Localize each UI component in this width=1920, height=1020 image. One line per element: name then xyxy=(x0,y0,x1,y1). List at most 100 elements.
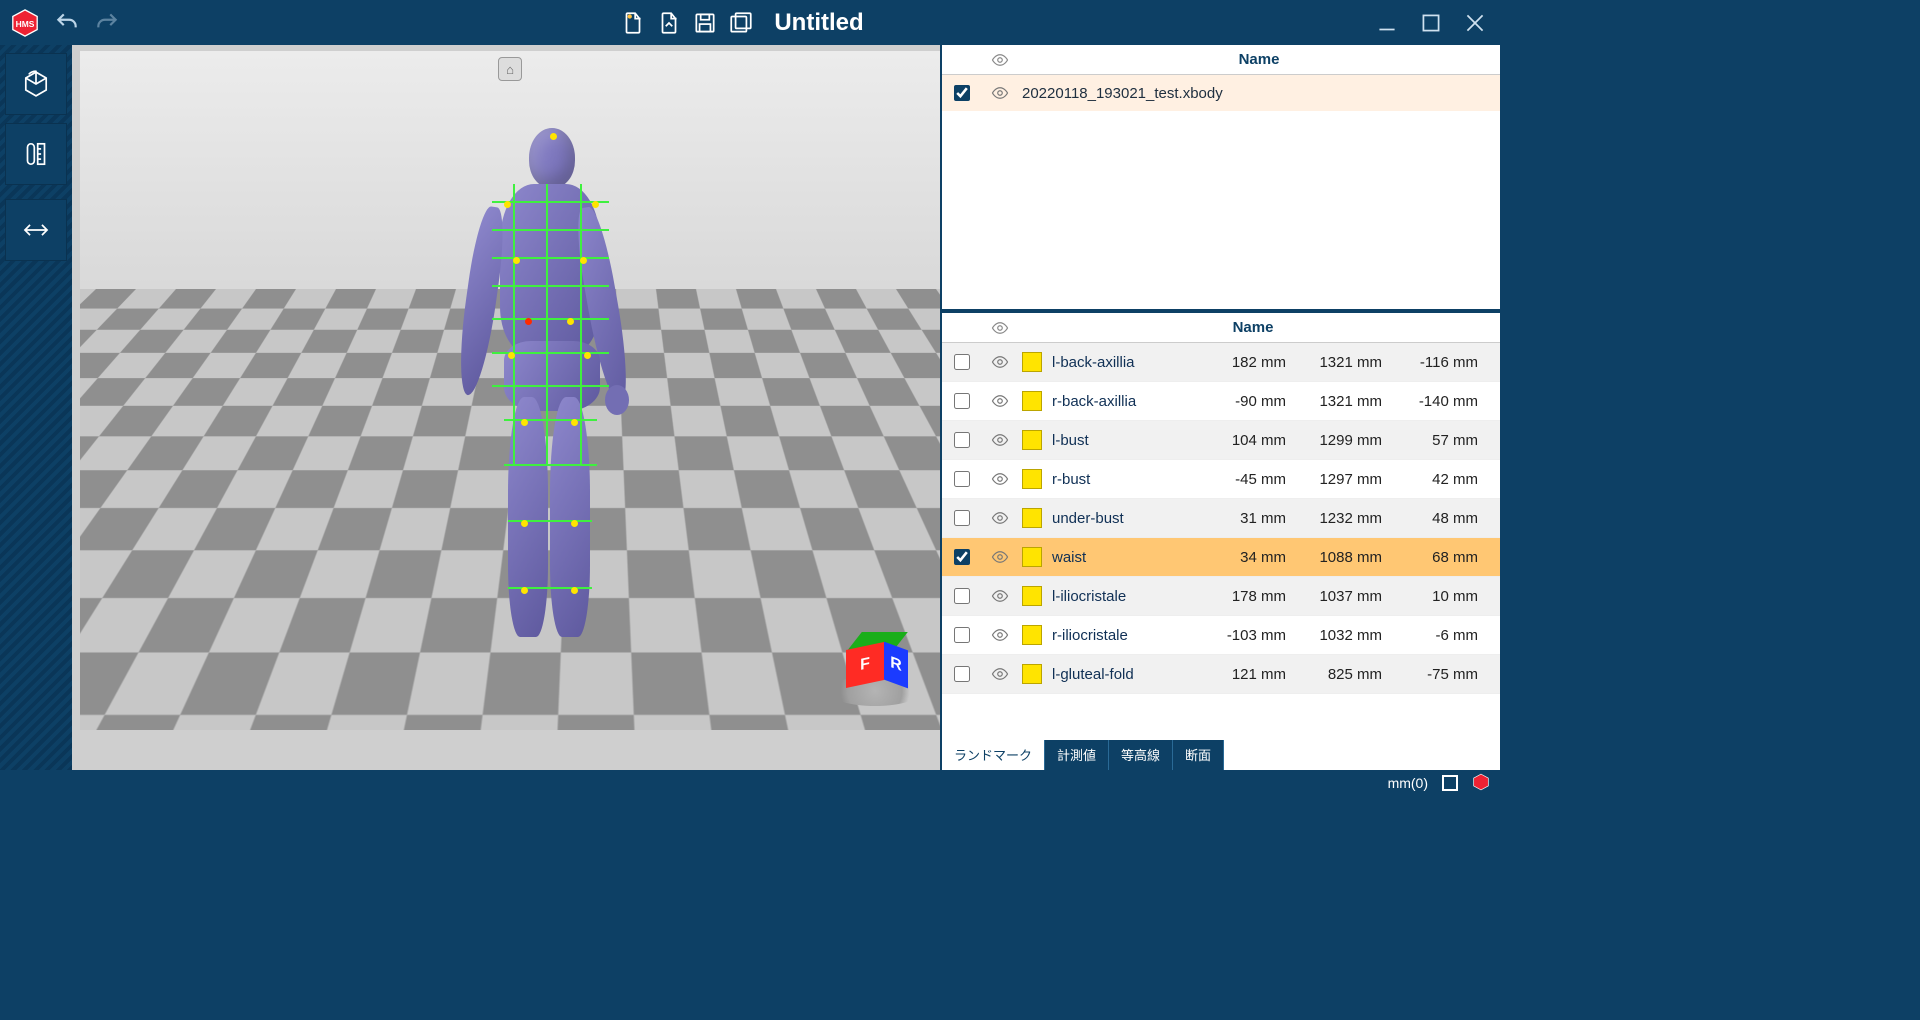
new-file-icon[interactable] xyxy=(620,10,646,36)
visibility-column-icon xyxy=(982,51,1018,69)
nav-cube-front[interactable]: F xyxy=(846,642,884,688)
landmark-checkbox[interactable] xyxy=(954,588,970,604)
tool-model-view[interactable] xyxy=(5,53,67,115)
bottom-tabs: ランドマーク計測値等高線断面 xyxy=(942,740,1500,770)
landmark-name: r-iliocristale xyxy=(1052,627,1202,644)
color-swatch[interactable] xyxy=(1022,664,1042,684)
visibility-toggle-icon[interactable] xyxy=(982,509,1018,527)
visibility-toggle-icon[interactable] xyxy=(982,431,1018,449)
save-icon[interactable] xyxy=(692,10,718,36)
landmark-name: l-iliocristale xyxy=(1052,588,1202,605)
landmark-checkbox[interactable] xyxy=(954,666,970,682)
minimize-button[interactable] xyxy=(1374,10,1400,36)
right-panels: Name 20220118_193021_test.xbody Name l-b… xyxy=(940,45,1500,770)
landmark-row[interactable]: r-iliocristale-103 mm1032 mm-6 mm xyxy=(942,616,1500,655)
redo-icon[interactable] xyxy=(94,10,120,36)
close-button[interactable] xyxy=(1462,10,1488,36)
app-logo: HMS xyxy=(10,8,40,38)
svg-text:HMS: HMS xyxy=(16,18,35,28)
landmark-checkbox[interactable] xyxy=(954,432,970,448)
body-mesh[interactable] xyxy=(441,105,651,665)
landmark-x: 121 mm xyxy=(1202,666,1298,683)
file-name-header[interactable]: Name xyxy=(1018,51,1500,68)
landmark-y: 1299 mm xyxy=(1298,432,1394,449)
main-area: ⌂ xyxy=(0,45,1500,770)
tool-measure[interactable] xyxy=(5,123,67,185)
tab-1[interactable]: 計測値 xyxy=(1045,740,1109,770)
landmark-name: r-back-axillia xyxy=(1052,393,1202,410)
view-home-icon[interactable]: ⌂ xyxy=(498,57,522,81)
landmark-checkbox[interactable] xyxy=(954,354,970,370)
landmark-z: -140 mm xyxy=(1394,393,1490,410)
landmark-row[interactable]: r-bust-45 mm1297 mm42 mm xyxy=(942,460,1500,499)
landmark-x: 31 mm xyxy=(1202,510,1298,527)
visibility-toggle-icon[interactable] xyxy=(982,587,1018,605)
visibility-toggle-icon[interactable] xyxy=(982,665,1018,683)
landmark-checkbox[interactable] xyxy=(954,510,970,526)
visibility-toggle-icon[interactable] xyxy=(982,353,1018,371)
color-swatch[interactable] xyxy=(1022,586,1042,606)
landmark-z: 68 mm xyxy=(1394,549,1490,566)
save-all-icon[interactable] xyxy=(728,10,754,36)
landmark-row[interactable]: l-iliocristale178 mm1037 mm10 mm xyxy=(942,577,1500,616)
open-file-icon[interactable] xyxy=(656,10,682,36)
landmark-row[interactable]: l-gluteal-fold121 mm825 mm-75 mm xyxy=(942,655,1500,694)
file-row-checkbox[interactable] xyxy=(954,85,970,101)
undo-icon[interactable] xyxy=(54,10,80,36)
navigation-cube[interactable]: F R xyxy=(840,630,910,700)
landmark-checkbox[interactable] xyxy=(954,627,970,643)
visibility-column-icon xyxy=(982,319,1018,337)
color-swatch[interactable] xyxy=(1022,625,1042,645)
viewport-3d[interactable]: ⌂ xyxy=(80,51,940,730)
color-swatch[interactable] xyxy=(1022,469,1042,489)
visibility-toggle-icon[interactable] xyxy=(982,84,1018,102)
color-swatch[interactable] xyxy=(1022,391,1042,411)
landmark-row[interactable]: waist34 mm1088 mm68 mm xyxy=(942,538,1500,577)
status-square-icon[interactable] xyxy=(1442,775,1458,791)
landmark-x: -103 mm xyxy=(1202,627,1298,644)
landmark-z: -75 mm xyxy=(1394,666,1490,683)
color-swatch[interactable] xyxy=(1022,352,1042,372)
landmark-row[interactable]: under-bust31 mm1232 mm48 mm xyxy=(942,499,1500,538)
landmark-name-header[interactable]: Name xyxy=(1018,319,1488,336)
landmark-row[interactable]: r-back-axillia-90 mm1321 mm-140 mm xyxy=(942,382,1500,421)
file-row[interactable]: 20220118_193021_test.xbody xyxy=(942,75,1500,111)
landmark-x: 182 mm xyxy=(1202,354,1298,371)
landmark-checkbox[interactable] xyxy=(954,393,970,409)
landmark-list[interactable]: l-back-axillia182 mm1321 mm-116 mmr-back… xyxy=(942,343,1500,740)
landmark-z: 57 mm xyxy=(1394,432,1490,449)
tab-3[interactable]: 断面 xyxy=(1173,740,1224,770)
landmark-name: waist xyxy=(1052,549,1202,566)
visibility-toggle-icon[interactable] xyxy=(982,548,1018,566)
document-title: Untitled xyxy=(764,5,873,41)
landmark-x: -45 mm xyxy=(1202,471,1298,488)
landmark-row[interactable]: l-back-axillia182 mm1321 mm-116 mm xyxy=(942,343,1500,382)
landmark-checkbox[interactable] xyxy=(954,549,970,565)
tool-resize[interactable] xyxy=(5,199,67,261)
visibility-toggle-icon[interactable] xyxy=(982,470,1018,488)
landmark-name: l-back-axillia xyxy=(1052,354,1202,371)
visibility-toggle-icon[interactable] xyxy=(982,392,1018,410)
landmark-header: Name xyxy=(942,313,1500,343)
landmark-name: r-bust xyxy=(1052,471,1202,488)
file-list-panel: Name 20220118_193021_test.xbody xyxy=(942,45,1500,313)
color-swatch[interactable] xyxy=(1022,508,1042,528)
landmark-panel: Name l-back-axillia182 mm1321 mm-116 mmr… xyxy=(942,313,1500,770)
file-name: 20220118_193021_test.xbody xyxy=(1018,85,1500,102)
landmark-z: -116 mm xyxy=(1394,354,1490,371)
tab-2[interactable]: 等高線 xyxy=(1109,740,1173,770)
landmark-row[interactable]: l-bust104 mm1299 mm57 mm xyxy=(942,421,1500,460)
tab-0[interactable]: ランドマーク xyxy=(942,740,1045,770)
landmark-y: 1321 mm xyxy=(1298,354,1394,371)
landmark-x: 178 mm xyxy=(1202,588,1298,605)
landmark-checkbox[interactable] xyxy=(954,471,970,487)
visibility-toggle-icon[interactable] xyxy=(982,626,1018,644)
landmark-x: -90 mm xyxy=(1202,393,1298,410)
color-swatch[interactable] xyxy=(1022,430,1042,450)
status-app-icon[interactable] xyxy=(1472,773,1490,794)
status-unit[interactable]: mm(0) xyxy=(1388,775,1428,791)
landmark-name: under-bust xyxy=(1052,510,1202,527)
landmark-z: -6 mm xyxy=(1394,627,1490,644)
maximize-button[interactable] xyxy=(1418,10,1444,36)
color-swatch[interactable] xyxy=(1022,547,1042,567)
